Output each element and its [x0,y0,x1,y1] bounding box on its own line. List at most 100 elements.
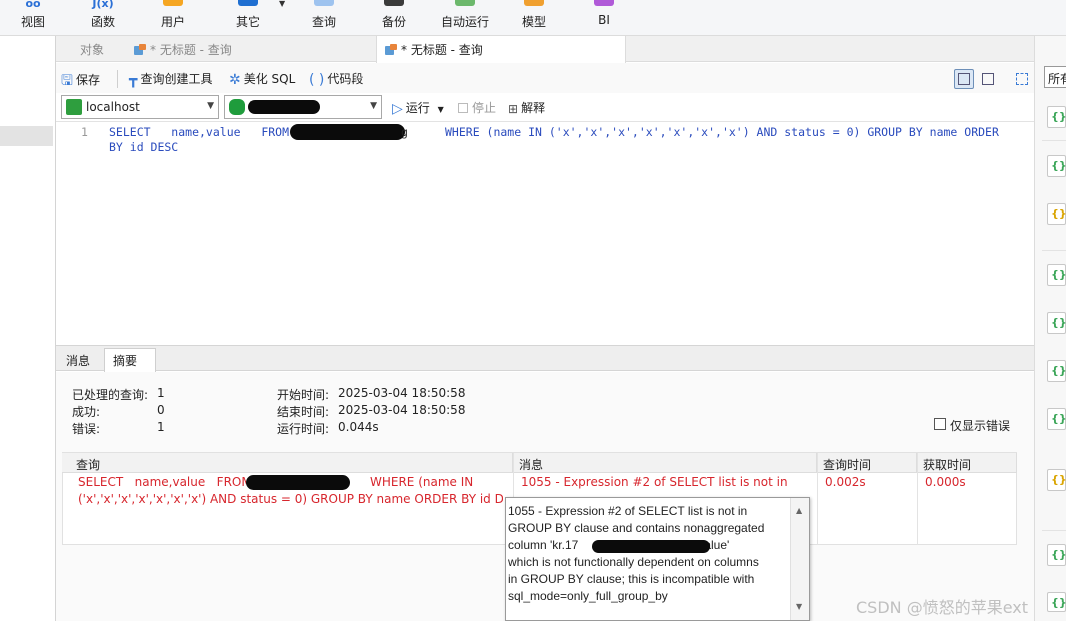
play-icon: ▷ [392,101,403,117]
tab-summary[interactable]: 摘要 [104,348,156,372]
ribbon-other-button[interactable]: 其它 [228,0,268,36]
function-icon: J(x) [92,0,114,10]
snippet-item-icon[interactable]: {} [1047,106,1066,128]
scroll-up-icon[interactable]: ▲ [796,506,802,515]
ribbon-user-button[interactable]: 用户 [154,0,192,36]
tab-messages[interactable]: 消息 [58,349,98,371]
tooltip-line: GROUP BY clause and contains nonaggregat… [508,521,765,535]
save-icon: 🖫 [61,73,73,89]
error-value: 1 [157,420,165,434]
tab-untitled-query-2[interactable]: * 无标题 - 查询 [376,36,626,63]
backup-icon [384,0,404,6]
tooltip-line: sql_mode=only_full_group_by [508,589,668,603]
query-tab-icon [134,44,147,55]
snippet-item-icon[interactable]: {} [1047,408,1066,430]
column-header-query[interactable]: 查询 [62,453,513,473]
ribbon-query-button[interactable]: 查询 [304,0,344,36]
chevron-down-icon: ▼ [207,101,214,111]
save-button[interactable]: 🖫 保存 [61,70,100,94]
layout-columns-icon [982,73,994,85]
ribbon-automation-label: 自动运行 [440,15,489,29]
automation-icon [455,0,475,6]
panel-divider [1042,250,1066,251]
split-view-horizontal-button[interactable] [954,69,974,89]
connection-icon [66,99,82,115]
snippet-item-icon[interactable]: {} [1047,360,1066,382]
beautify-sql-button[interactable]: ✲ 美化 SQL [229,70,295,88]
snippet-item-icon[interactable]: {} [1047,544,1066,566]
query-tab-icon [385,44,398,55]
ribbon-automation-button[interactable]: 自动运行 [436,0,494,36]
ribbon-model-button[interactable]: 模型 [514,0,554,36]
snippet-icon: ( ) [309,72,325,88]
tab-objects[interactable]: 对象 [72,36,126,62]
explain-button[interactable]: ⊞ 解释 [508,99,545,116]
sql-editor[interactable] [56,121,1034,344]
run-button[interactable]: ▷ 运行 ▼ [392,99,444,117]
tab-untitled-query-1[interactable]: * 无标题 - 查询 [126,36,376,62]
split-view-vertical-button[interactable] [978,69,998,89]
explain-label: 解释 [521,101,546,115]
line-number: 1 [81,125,88,139]
column-header-message[interactable]: 消息 [513,453,817,473]
row-query-line2[interactable]: ('x','x','x','x','x','x','x') AND status… [78,491,503,508]
query-builder-button[interactable]: ┳ 查询创建工具 [129,70,212,88]
run-time-value: 0.044s [338,420,379,434]
ribbon-user-label: 用户 [160,15,185,29]
scroll-down-icon[interactable]: ▼ [796,602,802,611]
right-panel-filter-tab[interactable]: 所有 [1044,66,1066,88]
snippet-item-icon[interactable]: {} [1047,592,1066,612]
code-snippet-button[interactable]: ( ) 代码段 [309,70,363,88]
snippet-item-icon[interactable]: {} [1047,203,1066,225]
ribbon-bi-button[interactable]: BI [588,0,620,36]
database-icon [229,99,245,115]
query-builder-label: 查询创建工具 [140,72,213,86]
bi-icon [594,0,614,6]
row-query-time[interactable]: 0.002s [825,474,866,491]
column-header-fetch-time[interactable]: 获取时间 [917,453,1017,473]
fullscreen-icon [1016,73,1028,85]
sidebar-selected-row[interactable] [0,126,53,146]
panel-divider [1042,140,1066,141]
tooltip-scrollbar[interactable]: ▲ ▼ [790,498,809,620]
success-label: 成功: [72,405,101,419]
column-divider [817,453,818,545]
sql-line-2: BY id DESC [109,140,179,154]
view-icon: oo [25,0,41,10]
start-time-label: 开始时间: [277,388,330,402]
only-errors-checkbox[interactable] [934,418,946,430]
connection-select[interactable]: localhost ▼ [61,95,219,119]
other-dropdown-arrow-icon[interactable]: ▼ [279,0,285,8]
snippet-item-icon[interactable]: {} [1047,469,1066,491]
ribbon-bi-label: BI [598,13,610,27]
redaction-mark [248,100,320,114]
error-label: 错误: [72,422,101,436]
save-label: 保存 [75,73,100,87]
column-header-query-time[interactable]: 查询时间 [817,453,917,473]
redaction-mark [246,475,350,490]
ribbon-query-label: 查询 [311,15,336,29]
tooltip-line-column: column 'kr.17 value' [508,537,788,554]
row-fetch-time[interactable]: 0.000s [925,474,966,491]
result-tab-bar [56,345,1034,371]
row-error-message[interactable]: 1055 - Expression #2 of SELECT list is n… [521,474,811,491]
snippet-item-icon[interactable]: {} [1047,312,1066,334]
ribbon-view-button[interactable]: oo 视图 [14,0,52,36]
tooltip-line: 1055 - Expression #2 of SELECT list is n… [508,504,748,518]
fullscreen-button[interactable] [1012,69,1032,89]
snippet-item-icon[interactable]: {} [1047,155,1066,177]
row-query-start[interactable]: SELECT name,value FROM [78,474,252,491]
beautify-label: 美化 SQL [243,72,296,86]
snippet-item-icon[interactable]: {} [1047,264,1066,286]
tooltip-line-column-start: column 'kr.17 [508,538,579,552]
chevron-down-icon: ▼ [370,101,377,111]
ribbon-backup-button[interactable]: 备份 [374,0,414,36]
row-query-middle[interactable]: WHERE (name IN [370,474,473,491]
csdn-watermark: CSDN @愤怒的苹果ext [856,598,1029,617]
run-dropdown-icon[interactable]: ▼ [438,105,444,114]
tooltip-line: in GROUP BY clause; this is incompatible… [508,572,755,586]
stop-button[interactable]: 停止 [458,99,496,116]
ribbon-function-button[interactable]: J(x) 函数 [84,0,122,36]
start-time-value: 2025-03-04 18:50:58 [338,386,466,400]
object-sidebar[interactable] [0,36,56,621]
